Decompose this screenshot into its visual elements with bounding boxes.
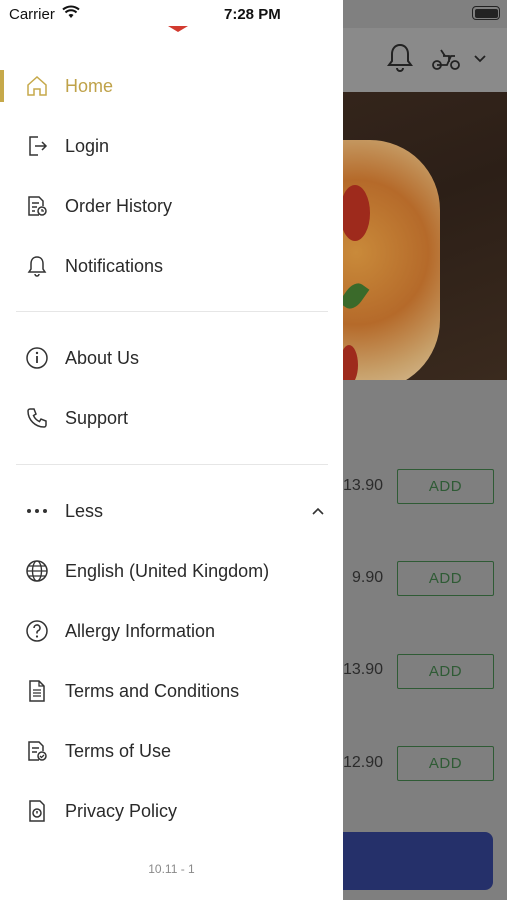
chevron-down-icon[interactable] <box>472 52 488 64</box>
menu-item-terms-and-conditions[interactable]: Terms and Conditions <box>0 663 343 719</box>
menu-item-label: Login <box>65 135 110 156</box>
menu-item-language[interactable]: English (United Kingdom) <box>0 543 343 599</box>
menu-item-label: Privacy Policy <box>65 800 178 821</box>
section-divider <box>16 311 328 312</box>
login-icon <box>24 133 50 159</box>
menu-item-login[interactable]: Login <box>0 118 343 174</box>
menu-item-notifications[interactable]: Notifications <box>0 238 343 294</box>
document-icon <box>24 678 50 704</box>
delivery-scooter-icon[interactable] <box>431 44 461 72</box>
menu-item-label: Notifications <box>65 255 164 276</box>
menu-item-label: Support <box>65 407 129 428</box>
menu-item-label: Less <box>65 500 104 521</box>
add-button[interactable]: ADD <box>397 654 494 689</box>
chevron-up-icon <box>310 506 326 516</box>
menu-item-about-us[interactable]: About Us <box>0 330 343 386</box>
product-price: 12.90 <box>343 754 384 771</box>
document-check-icon <box>24 738 50 764</box>
menu-item-order-history[interactable]: Order History <box>0 178 343 234</box>
menu-item-support[interactable]: Support <box>0 390 343 446</box>
add-button[interactable]: ADD <box>397 561 494 596</box>
status-bar: Carrier 7:28 PM <box>0 0 507 28</box>
privacy-icon <box>24 798 50 824</box>
more-dots-icon <box>24 498 50 524</box>
section-divider <box>16 464 328 465</box>
tomato-slice <box>340 185 370 241</box>
menu-item-label: Terms and Conditions <box>65 680 240 701</box>
info-icon <box>24 345 50 371</box>
order-history-icon <box>24 193 50 219</box>
menu-item-label: About Us <box>65 347 140 368</box>
product-price: 9.90 <box>352 569 384 586</box>
wifi-icon <box>62 5 80 19</box>
header-bell-icon[interactable] <box>386 42 414 74</box>
menu-more-toggle[interactable]: Less <box>0 483 343 539</box>
add-button[interactable]: ADD <box>397 469 494 504</box>
menu-item-home[interactable]: Home <box>0 58 343 114</box>
menu-item-label: Order History <box>65 195 173 216</box>
checkout-bar[interactable] <box>332 832 493 890</box>
clock-label: 7:28 PM <box>224 6 281 23</box>
menu-item-label: Home <box>65 75 114 96</box>
home-icon <box>24 73 50 99</box>
add-button[interactable]: ADD <box>397 746 494 781</box>
menu-item-allergy-information[interactable]: Allergy Information <box>0 603 343 659</box>
bell-icon <box>24 253 50 279</box>
battery-icon <box>472 6 500 20</box>
phone-icon <box>24 405 50 431</box>
menu-item-label: English (United Kingdom) <box>65 560 270 581</box>
menu-item-label: Allergy Information <box>65 620 216 641</box>
app-version: 10.11 - 1 <box>148 862 195 876</box>
question-icon <box>24 618 50 644</box>
menu-item-label: Terms of Use <box>65 740 172 761</box>
menu-item-terms-of-use[interactable]: Terms of Use <box>0 723 343 779</box>
product-price: 13.90 <box>343 477 384 494</box>
product-price: 13.90 <box>343 661 384 678</box>
carrier-label: Carrier <box>9 6 55 23</box>
globe-icon <box>24 558 50 584</box>
side-drawer: Home Login Order History Notifications A… <box>0 0 343 900</box>
menu-item-privacy-policy[interactable]: Privacy Policy <box>0 783 343 839</box>
